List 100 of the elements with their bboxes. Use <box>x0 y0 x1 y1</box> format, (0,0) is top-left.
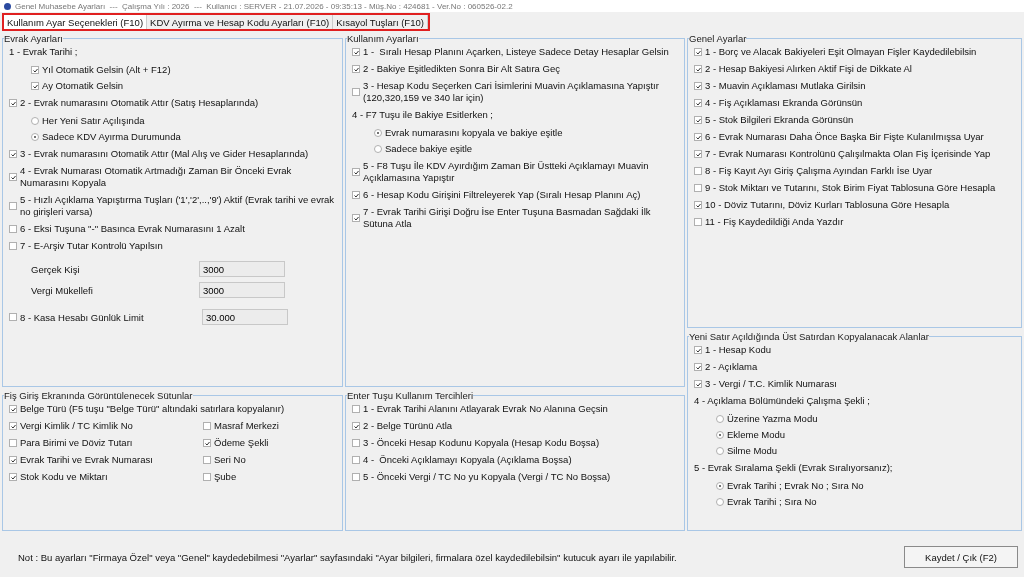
radio-button[interactable] <box>716 498 724 506</box>
radio-button[interactable] <box>31 117 39 125</box>
checkbox-label: 4 - Fiş Açıklaması Ekranda Görünsün <box>705 97 863 109</box>
checkbox-label: 6 - Hesap Kodu Girişini Filtreleyerek Yap (Sıralı Hesap Planını Aç) <box>363 189 641 201</box>
radio-button[interactable] <box>716 447 724 455</box>
checkbox[interactable] <box>352 191 360 199</box>
checkbox[interactable] <box>352 88 360 96</box>
option-heading: 1 - Evrak Tarihi ; <box>9 46 78 58</box>
checkbox-label: 2 - Bakiye Eşitledikten Sonra Bir Alt Satıra Geç <box>363 63 560 75</box>
radio-button[interactable] <box>374 145 382 153</box>
checkbox-label: 1 - Borç ve Alacak Bakiyeleri Eşit Olmayan Fişler Kaydedilebilsin <box>705 46 977 58</box>
checkbox-label: 2 - Hesap Bakiyesi Alırken Aktif Fişi de Dikkate Al <box>705 63 912 75</box>
input-field[interactable]: 30.000 <box>202 309 288 325</box>
checkbox[interactable] <box>694 99 702 107</box>
checkbox-label: Evrak Tarihi ve Evrak Numarası <box>20 454 153 466</box>
checkbox[interactable] <box>694 346 702 354</box>
checkbox-label: 4 - Önceki Açıklamayı Kopyala (Açıklama Boşsa) <box>363 454 572 466</box>
checkbox-label: 3 - Muavin Açıklaması Mutlaka Girilsin <box>705 80 866 92</box>
checkbox[interactable] <box>352 405 360 413</box>
checkbox-label: 2 - Belge Türünü Atla <box>363 420 453 432</box>
checkbox[interactable] <box>694 380 702 388</box>
checkbox[interactable] <box>694 82 702 90</box>
radio-label: Evrak numarasını kopyala ve bakiye eşitle <box>385 127 563 139</box>
checkbox-label: Belge Türü (F5 tuşu "Belge Türü" altındaki satırlara kopyalanır) <box>20 403 285 415</box>
radio-button[interactable] <box>716 431 724 439</box>
checkbox[interactable] <box>9 422 17 430</box>
checkbox[interactable] <box>9 242 17 250</box>
checkbox[interactable] <box>352 168 360 176</box>
checkbox[interactable] <box>9 405 17 413</box>
checkbox-label: Ay Otomatik Gelsin <box>42 80 124 92</box>
checkbox-label: 4 - Evrak Numarası Otomatik Artmadığı Zaman Bir Önceki Evrak Numarasını Kopyala <box>20 165 293 189</box>
checkbox[interactable] <box>9 225 17 233</box>
checkbox[interactable] <box>352 439 360 447</box>
checkbox-label: 2 - Evrak numarasını Otomatik Attır (Satış Hesaplarında) <box>20 97 259 109</box>
checkbox-label: 5 - F8 Tuşu İle KDV Ayırdığım Zaman Bir Üstteki Açıklamayı Muavin Açıklamasına Yapıştır <box>363 160 650 184</box>
group-title: Fiş Giriş Ekranında Görüntülenecek Sütunlar <box>4 390 193 401</box>
checkbox[interactable] <box>694 218 702 226</box>
checkbox-label: 6 - Eksi Tuşuna "-" Basınca Evrak Numarasını 1 Azalt <box>20 223 245 235</box>
group-title: Kullanım Ayarları <box>347 33 419 44</box>
checkbox[interactable] <box>203 439 211 447</box>
group-title: Genel Ayarlar <box>689 33 747 44</box>
checkbox-label: 9 - Stok Miktarı ve Tutarını, Stok Birim Fiyat Tablosuna Göre Hesapla <box>705 182 996 194</box>
radio-label: Evrak Tarihi ; Sıra No <box>727 496 817 508</box>
checkbox[interactable] <box>694 167 702 175</box>
checkbox-label: 7 - E-Arşiv Tutar Kontrolü Yapılsın <box>20 240 163 252</box>
checkbox[interactable] <box>9 202 17 210</box>
checkbox[interactable] <box>694 48 702 56</box>
radio-button[interactable] <box>716 415 724 423</box>
checkbox[interactable] <box>694 201 702 209</box>
checkbox[interactable] <box>9 313 17 321</box>
checkbox[interactable] <box>694 363 702 371</box>
tab[interactable]: KDV Ayırma ve Hesap Kodu Ayarları (F10) <box>147 15 334 29</box>
input-field[interactable]: 3000 <box>199 282 285 298</box>
radio-button[interactable] <box>374 129 382 137</box>
group-title: Yeni Satır Açıldığında Üst Satırdan Kopyalanacak Alanlar <box>689 331 929 342</box>
checkbox-label: 5 - Stok Bilgileri Ekranda Görünsün <box>705 114 854 126</box>
radio-label: Her Yeni Satır Açılışında <box>42 115 145 127</box>
checkbox-label: 1 - Sıralı Hesap Planını Açarken, Listeye Sadece Detay Hesaplar Gelsin <box>363 46 669 58</box>
radio-label: Ekleme Modu <box>727 429 786 441</box>
radio-button[interactable] <box>716 482 724 490</box>
checkbox[interactable] <box>352 473 360 481</box>
window-title: Genel Muhasebe Ayarları --- Çalışma Yılı : 2026 --- Kullanıcı : SERVER - 21.07.2026 - 09:35:13 - Müş.No : 424681 - Ver.No : 060526-02.2 <box>15 1 513 11</box>
checkbox-label: 1 - Hesap Kodu <box>705 344 771 356</box>
radio-button[interactable] <box>31 133 39 141</box>
checkbox-label: 11 - Fiş Kaydedildiği Anda Yazdır <box>705 216 844 228</box>
checkbox[interactable] <box>9 99 17 107</box>
checkbox-label: 10 - Döviz Tutarını, Döviz Kurları Tablosuna Göre Hesapla <box>705 199 950 211</box>
tab[interactable]: Kullanım Ayar Seçenekleri (F10) <box>4 15 148 29</box>
checkbox[interactable] <box>9 150 17 158</box>
checkbox-label: Vergi Kimlik / TC Kimlik No <box>20 420 133 432</box>
radio-label: Evrak Tarihi ; Evrak No ; Sıra No <box>727 480 864 492</box>
checkbox[interactable] <box>352 214 360 222</box>
checkbox-label: 3 - Evrak numarasını Otomatik Attır (Mal Alış ve Gider Hesaplarında) <box>20 148 309 160</box>
checkbox-label: 7 - Evrak Tarihi Girişi Doğru İse Enter Tuşuna Basmadan Sağdaki İlk Sütuna Atla <box>363 206 652 230</box>
checkbox[interactable] <box>352 65 360 73</box>
checkbox-label: 5 - Önceki Vergi / TC No yu Kopyala (Vergi / TC No Boşsa) <box>363 471 611 483</box>
checkbox[interactable] <box>694 150 702 158</box>
checkbox[interactable] <box>203 473 211 481</box>
checkbox[interactable] <box>31 82 39 90</box>
checkbox[interactable] <box>694 65 702 73</box>
checkbox[interactable] <box>9 173 17 181</box>
checkbox[interactable] <box>9 456 17 464</box>
app-icon <box>4 2 11 10</box>
checkbox-label: Para Birimi ve Döviz Tutarı <box>20 437 133 449</box>
checkbox[interactable] <box>203 456 211 464</box>
checkbox[interactable] <box>352 422 360 430</box>
save-button[interactable]: Kaydet / Çık (F2) <box>904 546 1018 568</box>
note-text: Not : Bu ayarları "Firmaya Özel" veya "Genel" kaydedebilmesi "Ayarlar" sayfasındaki "Ayar bilgileri, firmalara özel kaydedilebilsin" kutucuk ayarı ile yapılabilir. <box>18 551 677 563</box>
checkbox[interactable] <box>694 133 702 141</box>
checkbox-label: 7 - Evrak Numarası Kontrolünü Çalışılmakta Olan Fiş İçerisinde Yap <box>705 148 991 160</box>
input-field[interactable]: 3000 <box>199 261 285 277</box>
checkbox[interactable] <box>203 422 211 430</box>
checkbox-label: 3 - Hesap Kodu Seçerken Cari İsimlerini Muavin Açıklamasına Yapıştır (120,320,159 ve 340 lar için) <box>363 80 660 104</box>
checkbox[interactable] <box>9 439 17 447</box>
checkbox[interactable] <box>31 66 39 74</box>
checkbox[interactable] <box>352 48 360 56</box>
checkbox[interactable] <box>694 116 702 124</box>
checkbox[interactable] <box>9 473 17 481</box>
checkbox[interactable] <box>694 184 702 192</box>
checkbox[interactable] <box>352 456 360 464</box>
